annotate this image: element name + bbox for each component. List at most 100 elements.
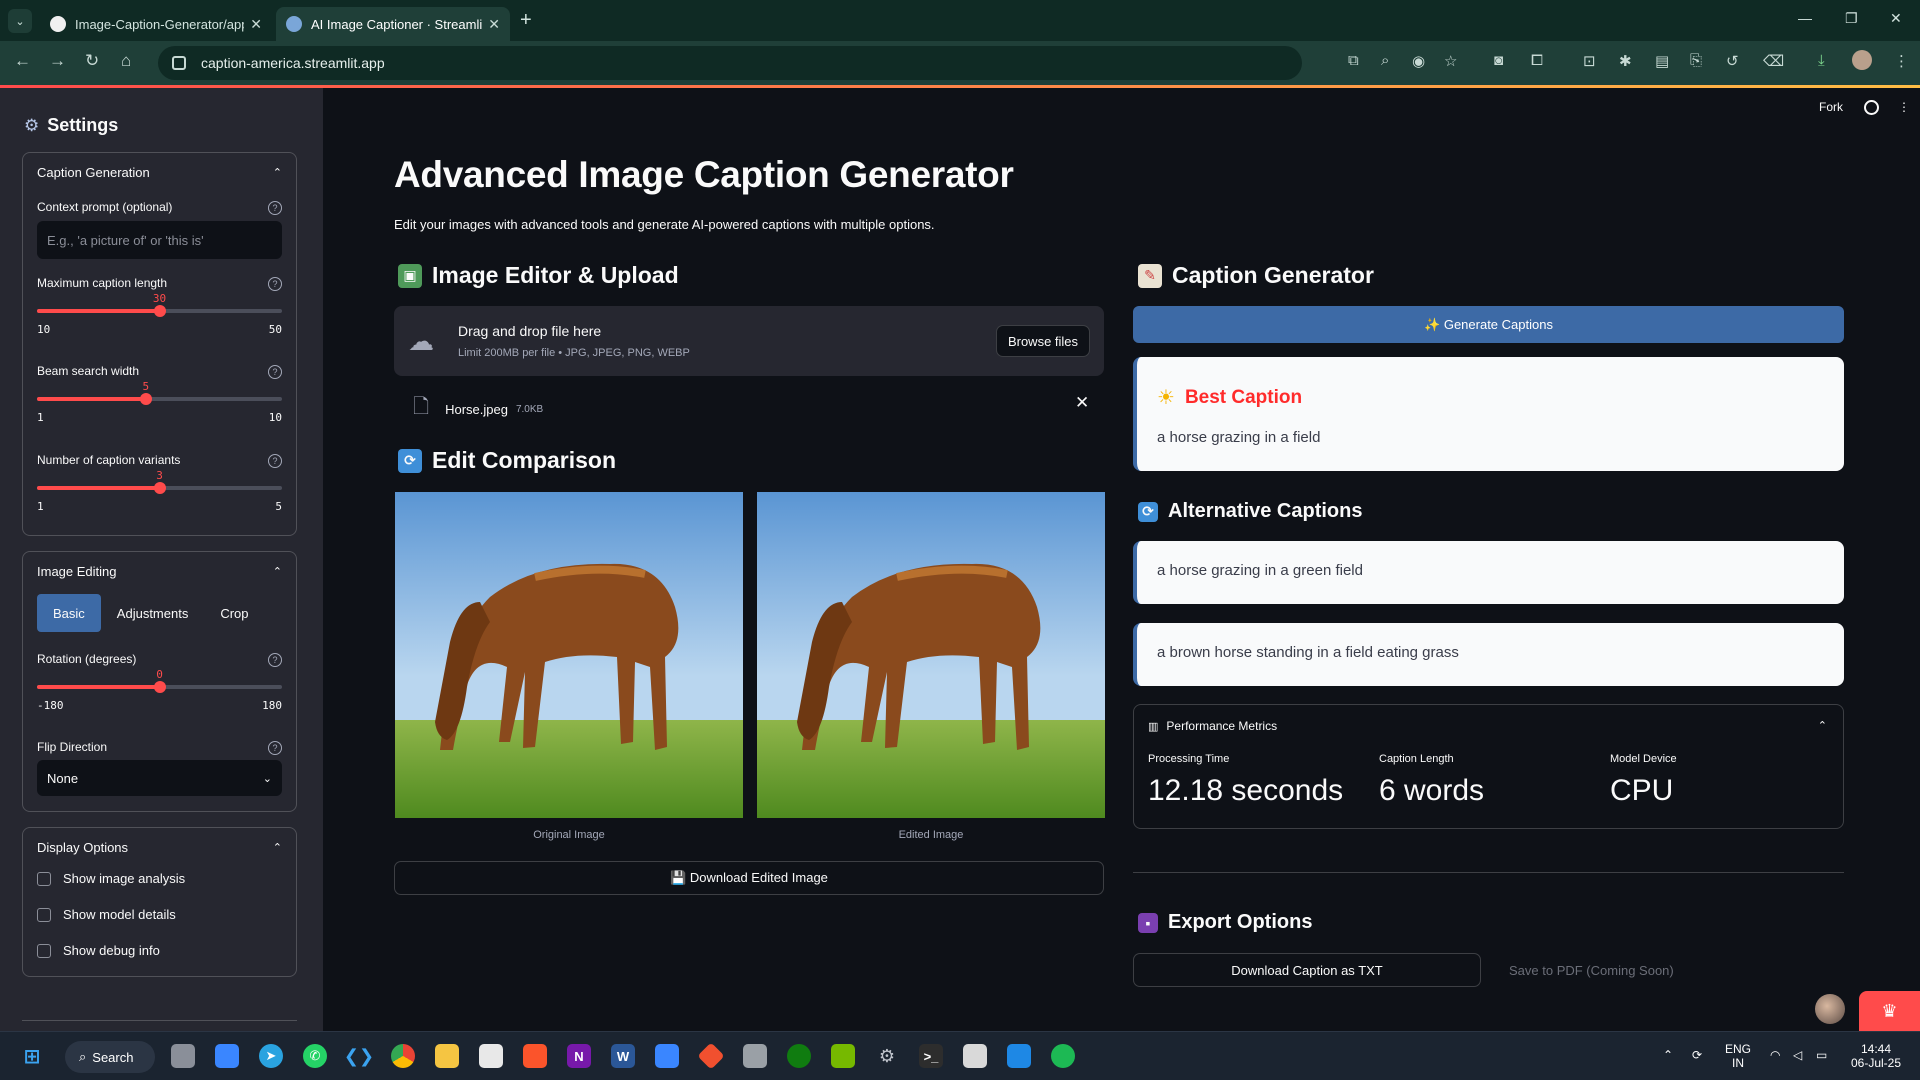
context-prompt-input[interactable]: E.g., 'a picture of' or 'this is' <box>37 221 282 259</box>
site-info-icon[interactable] <box>172 56 186 70</box>
chevron-up-icon[interactable]: ⌃ <box>1818 719 1827 732</box>
max-length-slider[interactable]: 30 10 50 <box>37 292 282 336</box>
tab-close-icon[interactable]: ✕ <box>488 16 500 33</box>
browse-files-button[interactable]: Browse files <box>996 325 1090 357</box>
menu-kebab-icon[interactable]: ⋮ <box>1894 52 1909 70</box>
sidepanel-icon[interactable]: ▤ <box>1655 52 1669 70</box>
checkbox-box[interactable] <box>37 907 51 922</box>
fork-link[interactable]: Fork <box>1819 100 1843 114</box>
show-model-details-checkbox[interactable]: Show model details <box>37 907 176 922</box>
show-image-analysis-checkbox[interactable]: Show image analysis <box>37 871 185 886</box>
volume-icon[interactable]: ◁ <box>1793 1048 1802 1062</box>
forward-icon[interactable]: → <box>49 51 66 71</box>
image-editing-header[interactable]: Image Editing ⌃ <box>23 552 296 590</box>
performance-metrics-header[interactable]: ▥ Performance Metrics <box>1148 719 1277 733</box>
photos-icon[interactable] <box>655 1044 679 1068</box>
display-options-header[interactable]: Display Options ⌃ <box>23 828 296 866</box>
help-icon[interactable]: ? <box>268 365 282 379</box>
reload-icon[interactable]: ↻ <box>85 51 99 71</box>
tab-search-icon[interactable]: ⌄ <box>8 9 32 33</box>
profile-avatar[interactable] <box>1852 50 1872 70</box>
address-bar[interactable]: caption-america.streamlit.app <box>158 46 1302 80</box>
trash-icon[interactable]: ⌫ <box>1763 52 1784 70</box>
minimize-icon[interactable]: — <box>1798 10 1812 26</box>
screenshot-icon[interactable]: ⊡ <box>1583 52 1596 70</box>
file-explorer-icon[interactable] <box>435 1044 459 1068</box>
help-icon[interactable]: ? <box>268 653 282 667</box>
sync-icon[interactable]: ⟳ <box>1692 1048 1702 1062</box>
history-icon[interactable]: ↺ <box>1726 52 1739 70</box>
chrome-icon[interactable] <box>391 1044 415 1068</box>
caption-generation-header[interactable]: Caption Generation ⌃ <box>23 153 296 191</box>
download-caption-txt-button[interactable]: Download Caption as TXT <box>1133 953 1481 987</box>
word-icon[interactable]: W <box>611 1044 635 1068</box>
tab-basic[interactable]: Basic <box>37 594 101 632</box>
onenote-icon[interactable]: N <box>567 1044 591 1068</box>
file-uploader-dropzone[interactable]: ☁ Drag and drop file here Limit 200MB pe… <box>394 306 1104 376</box>
generate-captions-button[interactable]: ✨ Generate Captions <box>1133 306 1844 343</box>
widgets-icon[interactable] <box>215 1044 239 1068</box>
restore-icon[interactable]: ❐ <box>1845 10 1858 27</box>
unity-icon[interactable] <box>743 1044 767 1068</box>
beam-width-slider[interactable]: 5 1 10 <box>37 380 282 424</box>
help-icon[interactable]: ? <box>268 201 282 215</box>
download-icon[interactable]: ⤓ <box>1818 52 1825 69</box>
tab-adjustments[interactable]: Adjustments <box>101 594 205 632</box>
brave-icon[interactable] <box>523 1044 547 1068</box>
language-indicator[interactable]: ENG IN <box>1725 1042 1751 1070</box>
nvidia-icon[interactable] <box>831 1044 855 1068</box>
close-window-icon[interactable]: ✕ <box>1890 10 1902 27</box>
image-viewer-icon[interactable] <box>1007 1044 1031 1068</box>
flip-direction-select[interactable]: None ⌄ <box>37 760 282 796</box>
spotify-icon[interactable] <box>1051 1044 1075 1068</box>
telegram-icon[interactable]: ➤ <box>259 1044 283 1068</box>
remove-file-icon[interactable]: ✕ <box>1075 393 1089 413</box>
extensions-icon[interactable]: ⧠ <box>1531 52 1543 69</box>
task-view-icon[interactable] <box>171 1044 195 1068</box>
variants-slider[interactable]: 3 1 5 <box>37 469 282 513</box>
git-icon[interactable] <box>697 1042 725 1070</box>
help-icon[interactable]: ? <box>268 454 282 468</box>
help-icon[interactable]: ? <box>268 741 282 755</box>
slider-handle[interactable] <box>139 393 152 405</box>
windows-start-icon[interactable]: ⊞ <box>20 1044 44 1068</box>
help-icon[interactable]: ? <box>268 277 282 291</box>
translate-icon[interactable]: ⎘ <box>1690 52 1702 69</box>
slider-handle[interactable] <box>153 681 166 693</box>
show-debug-info-checkbox[interactable]: Show debug info <box>37 943 160 958</box>
tab-crop[interactable]: Crop <box>204 594 264 632</box>
battery-icon[interactable]: ▭ <box>1816 1048 1827 1062</box>
rotation-slider[interactable]: 0 -180 180 <box>37 668 282 712</box>
taskbar-search[interactable]: ⌕ Search <box>65 1041 155 1073</box>
back-icon[interactable]: ← <box>14 51 31 71</box>
terminal-icon[interactable]: >_ <box>919 1044 943 1068</box>
vscode-icon[interactable]: ❮❯ <box>344 1044 374 1068</box>
download-edited-image-button[interactable]: 💾 Download Edited Image <box>394 861 1104 895</box>
slider-handle[interactable] <box>153 482 166 494</box>
home-icon[interactable]: ⌂ <box>121 51 131 71</box>
user-avatar[interactable] <box>1815 994 1845 1024</box>
clock[interactable]: 14:44 06-Jul-25 <box>1851 1042 1901 1070</box>
store-icon[interactable] <box>479 1044 503 1068</box>
main-menu-icon[interactable]: ⋮ <box>1898 100 1910 114</box>
checkbox-box[interactable] <box>37 871 51 886</box>
bookmark-star-icon[interactable]: ☆ <box>1444 52 1457 70</box>
settings-icon[interactable]: ⚙ <box>875 1044 899 1068</box>
bug-icon[interactable]: ✱ <box>1619 52 1632 70</box>
camera-icon[interactable]: ◙ <box>1494 52 1503 69</box>
xbox-icon[interactable] <box>787 1044 811 1068</box>
streamlit-crown-icon[interactable]: ♛ <box>1859 991 1920 1031</box>
zoom-icon[interactable]: ⌕ <box>1381 52 1389 69</box>
slider-handle[interactable] <box>153 305 166 317</box>
tab-streamlit[interactable]: AI Image Captioner · Streamlit ✕ <box>276 7 510 41</box>
checkbox-box[interactable] <box>37 943 51 958</box>
tab-github[interactable]: Image-Caption-Generator/app ✕ <box>40 7 272 41</box>
install-app-icon[interactable]: ⧉ <box>1348 52 1359 69</box>
new-tab-button[interactable]: + <box>520 9 532 32</box>
tray-overflow-icon[interactable]: ⌃ <box>1663 1048 1673 1062</box>
document-app-icon[interactable] <box>963 1044 987 1068</box>
tab-close-icon[interactable]: ✕ <box>250 16 262 33</box>
wifi-icon[interactable]: ◠ <box>1770 1048 1780 1062</box>
whatsapp-icon[interactable]: ✆ <box>303 1044 327 1068</box>
github-icon[interactable] <box>1864 100 1879 115</box>
